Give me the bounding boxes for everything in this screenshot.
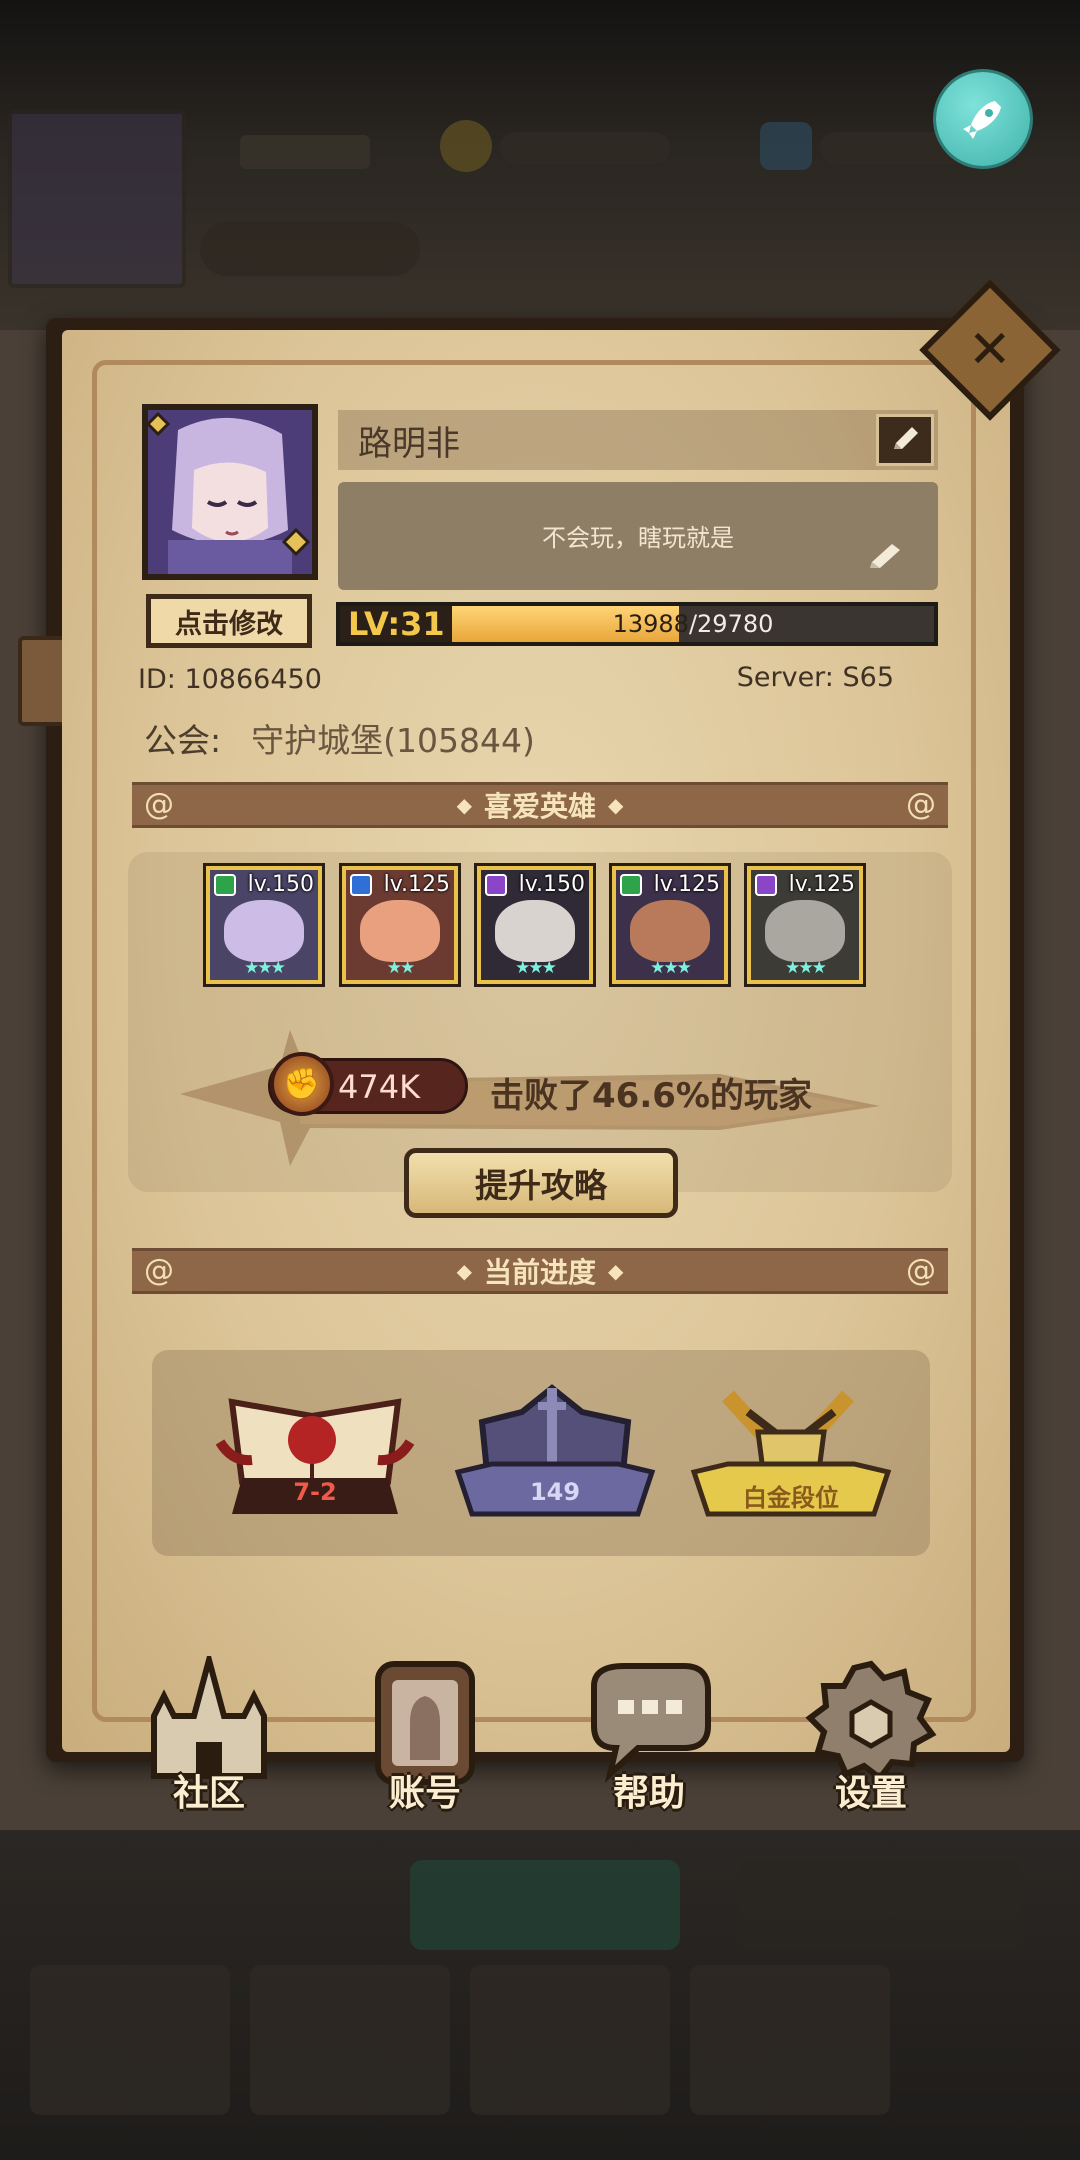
element-icon	[620, 874, 642, 896]
element-icon	[350, 874, 372, 896]
avatar-portrait	[148, 410, 312, 574]
server-label: Server:	[736, 662, 834, 693]
hero-level: lv.150	[518, 872, 585, 897]
avatar[interactable]	[142, 404, 318, 580]
hero-portrait	[224, 900, 304, 962]
background-avatar	[8, 110, 186, 288]
background-gem-icon	[760, 122, 812, 170]
hero-portrait	[495, 900, 575, 962]
signature-text: 不会玩，瞎玩就是	[542, 524, 734, 552]
scroll-ornament-icon: @	[906, 1253, 936, 1288]
player-id: ID: 10866450	[138, 664, 322, 695]
background-tab	[470, 1965, 670, 2115]
rocket-button[interactable]	[936, 72, 1030, 166]
background-green-button	[410, 1860, 680, 1950]
experience-text: 13988/29780	[452, 606, 934, 642]
settings-label: 设置	[834, 1773, 907, 1814]
account-label: 账号	[388, 1773, 461, 1814]
server-info: Server: S65	[737, 662, 894, 693]
community-button[interactable]: 社区	[134, 1648, 284, 1816]
background-tab	[690, 1965, 890, 2115]
hero-level: lv.125	[383, 872, 450, 897]
current-progress-banner: @ ◆ 当前进度 ◆ @	[132, 1248, 948, 1294]
background-tab	[250, 1965, 450, 2115]
star-rating-icon: ★★★	[515, 958, 557, 978]
tower-progress[interactable]: 149	[452, 1382, 658, 1522]
id-value: 10866450	[184, 664, 322, 695]
hero-portrait	[360, 900, 440, 962]
hero-level: lv.125	[788, 872, 855, 897]
signature-box[interactable]: 不会玩，瞎玩就是	[338, 482, 938, 590]
background-dark-button	[740, 1860, 1020, 1950]
rank-progress[interactable]: 白金段位	[688, 1382, 894, 1522]
help-button[interactable]: 帮助	[574, 1656, 724, 1816]
hero-level: lv.125	[653, 872, 720, 897]
defeat-percentage: 击败了46.6%的玩家	[490, 1076, 812, 1116]
experience-current: 13988	[612, 610, 689, 638]
edit-name-button[interactable]	[876, 414, 934, 466]
element-icon	[485, 874, 507, 896]
id-label: ID:	[138, 664, 176, 695]
scroll-ornament-icon: @	[144, 787, 174, 822]
guild-info: 公会: 守护城堡(105844)	[144, 714, 535, 762]
scroll-ornament-icon: @	[144, 1253, 174, 1288]
hero-card[interactable]: lv.125 ★★★	[747, 866, 863, 984]
community-label: 社区	[172, 1773, 245, 1814]
help-label: 帮助	[612, 1773, 685, 1814]
rank-value: 白金段位	[743, 1484, 839, 1512]
pencil-icon[interactable]	[866, 540, 904, 578]
background-coin-bar	[500, 132, 670, 164]
experience-max: /29780	[688, 610, 774, 638]
close-icon: ✕	[968, 319, 1012, 380]
diamond-ornament-icon: ◆	[456, 1259, 472, 1283]
element-icon	[214, 874, 236, 896]
star-rating-icon: ★★★	[244, 958, 286, 978]
stage-progress[interactable]: 7-2	[212, 1382, 418, 1522]
improve-strategy-button[interactable]: 提升攻略	[404, 1148, 678, 1218]
hero-card[interactable]: lv.125 ★★★	[612, 866, 728, 984]
player-name: 路明非	[358, 423, 460, 464]
scroll-ornament-icon: @	[906, 787, 936, 822]
background-name	[240, 135, 370, 169]
modify-avatar-button[interactable]: 点击修改	[146, 594, 312, 648]
favorite-heroes-title: 喜爱英雄	[483, 790, 596, 823]
hero-card[interactable]: lv.150 ★★★	[206, 866, 322, 984]
pencil-icon	[894, 427, 918, 449]
name-field: 路明非	[338, 410, 938, 470]
diamond-ornament-icon: ◆	[608, 793, 624, 817]
stage-value: 7-2	[293, 1478, 337, 1506]
settings-button[interactable]: 设置	[796, 1656, 946, 1816]
guild-label: 公会:	[144, 721, 222, 760]
hero-portrait	[630, 900, 710, 962]
hero-portrait	[765, 900, 845, 962]
background-chip	[200, 222, 420, 276]
tower-value: 149	[529, 1478, 581, 1506]
guild-name[interactable]: 守护城堡(105844)	[251, 721, 535, 760]
account-button[interactable]: 账号	[350, 1656, 500, 1816]
star-rating-icon: ★★★	[785, 958, 827, 978]
rocket-icon	[963, 101, 1001, 139]
combat-power: 474K	[338, 1068, 421, 1106]
star-rating-icon: ★★★	[650, 958, 692, 978]
level-badge: LV:31	[340, 605, 452, 643]
fist-icon: ✊	[270, 1052, 334, 1116]
diamond-ornament-icon: ◆	[608, 1259, 624, 1283]
current-progress-title: 当前进度	[483, 1256, 596, 1289]
background-tab	[30, 1965, 230, 2115]
hero-card[interactable]: lv.125 ★★	[342, 866, 458, 984]
hero-level: lv.150	[247, 872, 314, 897]
star-rating-icon: ★★	[386, 958, 415, 978]
element-icon	[755, 874, 777, 896]
diamond-ornament-icon: ◆	[456, 793, 472, 817]
favorite-heroes-banner: @ ◆ 喜爱英雄 ◆ @	[132, 782, 948, 828]
experience-bar: LV:31 13988/29780	[336, 602, 938, 646]
background-coin-icon	[440, 120, 492, 172]
hero-card[interactable]: lv.150 ★★★	[477, 866, 593, 984]
server-value: S65	[842, 662, 895, 693]
